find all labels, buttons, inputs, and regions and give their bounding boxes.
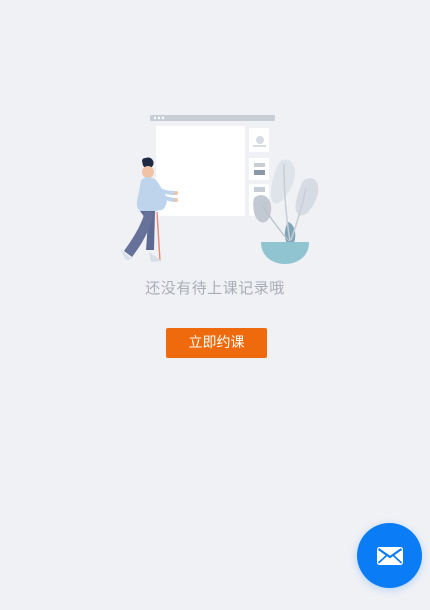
empty-schedule-illustration — [120, 115, 319, 264]
message-float-button[interactable] — [357, 523, 422, 588]
book-class-button[interactable]: 立即约课 — [166, 328, 267, 358]
empty-state: 还没有待上课记录哦 立即约课 — [0, 0, 430, 610]
envelope-icon — [376, 546, 403, 565]
empty-message: 还没有待上课记录哦 — [145, 279, 285, 297]
